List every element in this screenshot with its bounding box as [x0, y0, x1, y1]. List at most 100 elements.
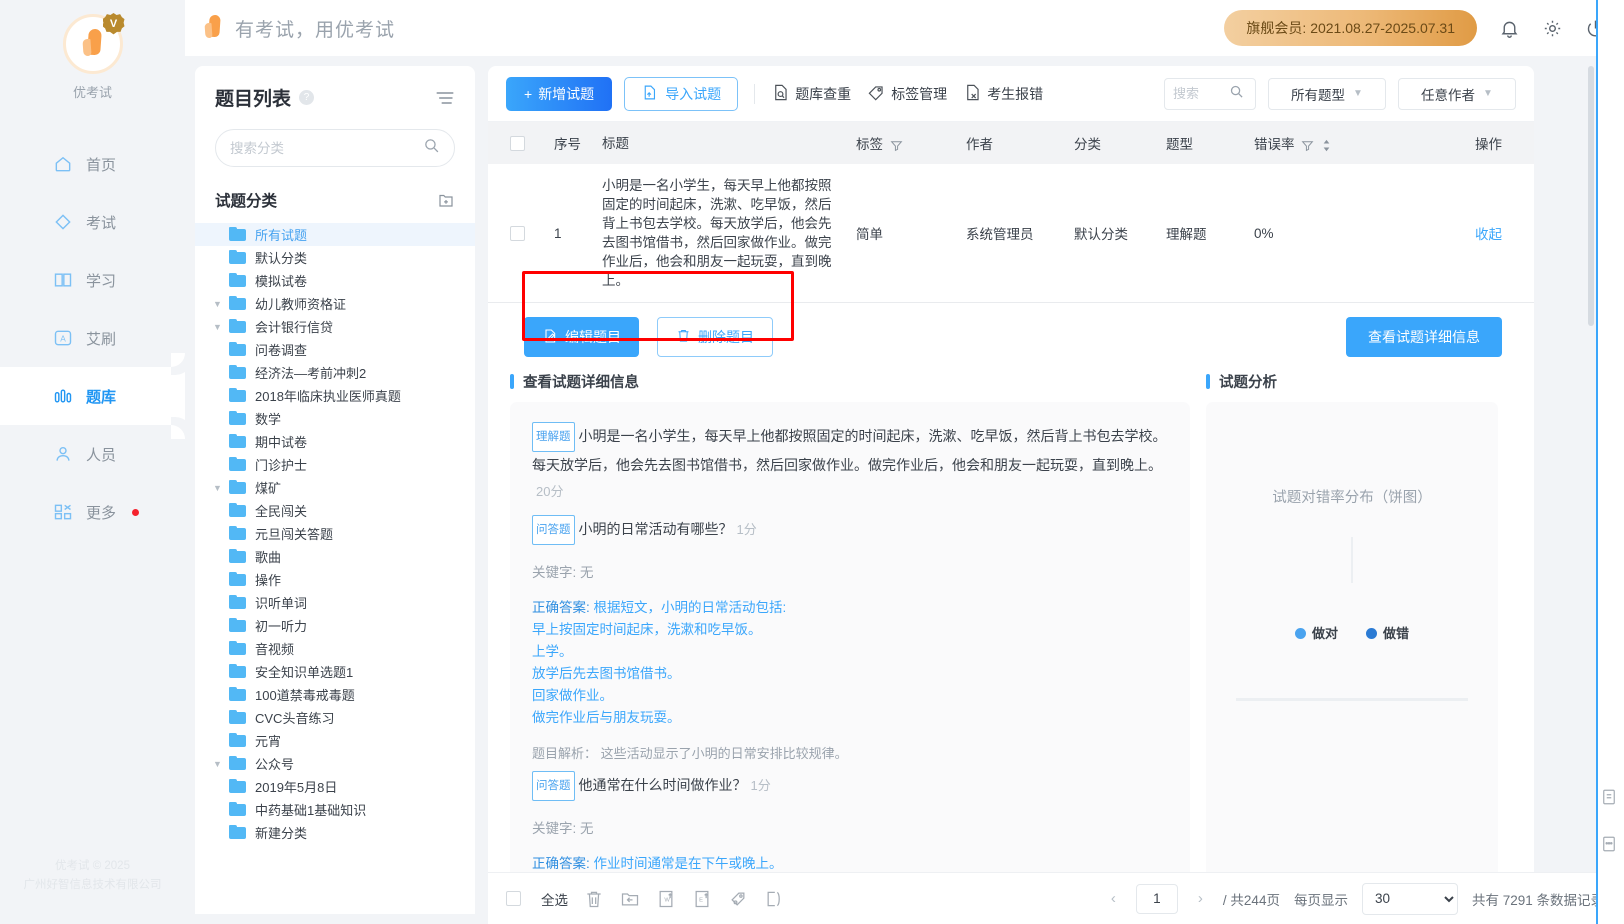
select-all-bottom-checkbox[interactable]	[506, 891, 521, 906]
search-input[interactable]	[1173, 86, 1225, 101]
sidebar-item-people[interactable]: 人员	[0, 425, 185, 483]
tree-item[interactable]: ▼门诊护士	[195, 453, 475, 476]
help-icon[interactable]: ?	[299, 90, 315, 105]
rail-footer: 优考试 © 2025 广州好智信息技术有限公司	[24, 857, 162, 896]
tag-manage-button[interactable]: 标签管理	[867, 83, 947, 105]
sidebar-item-label: 题库	[86, 388, 117, 406]
tree-item[interactable]: ▼所有试题	[195, 223, 475, 246]
chevron-down-icon[interactable]: ▼	[213, 299, 227, 309]
tag-assign-icon[interactable]	[728, 889, 748, 909]
pie-legend: 做对 做错	[1228, 623, 1476, 642]
sidebar-item-home[interactable]: 首页	[0, 135, 185, 193]
doc-search-icon	[771, 83, 790, 105]
tree-item-label: 元宵	[255, 734, 282, 749]
row-checkbox[interactable]	[510, 225, 525, 241]
tree-item[interactable]: ▼模拟试卷	[195, 269, 475, 292]
import-question-button[interactable]: 导入试题	[624, 76, 739, 111]
tree-item[interactable]: ▼ 会计银行信贷	[195, 315, 475, 338]
sort-icon[interactable]	[1321, 139, 1332, 152]
tree-item[interactable]: ▼中药基础1基础知识	[195, 798, 475, 821]
sidebar-item-more[interactable]: 更多	[0, 483, 185, 541]
answer-label: 正确答案:	[532, 600, 590, 615]
question-type-filter[interactable]: 所有题型 ▼	[1268, 77, 1386, 110]
tree-item[interactable]: ▼数学	[195, 407, 475, 430]
select-all-checkbox[interactable]	[510, 135, 525, 151]
vip-membership-badge[interactable]: 旗舰会员: 2021.08.27-2025.07.31	[1224, 10, 1477, 46]
per-page-select[interactable]: 10203050100	[1361, 882, 1458, 915]
tree-item[interactable]: ▼元宵	[195, 729, 475, 752]
sidebar-item-study[interactable]: 学习	[0, 251, 185, 309]
dedupe-button[interactable]: 题库查重	[771, 83, 851, 105]
tree-item[interactable]: ▼ 煤矿	[195, 476, 475, 499]
category-tree[interactable]: ▼所有试题▼默认分类▼模拟试卷▼幼儿教师资格证▼会计银行信贷▼问卷调查▼经济法—…	[195, 223, 475, 863]
filter-icon[interactable]	[890, 139, 903, 152]
tree-item[interactable]: ▼新建分类	[195, 821, 475, 844]
sidebar-item-label: 首页	[86, 156, 117, 174]
prev-page-button[interactable]: ‹	[1105, 890, 1122, 907]
hamburger-icon[interactable]	[435, 90, 455, 106]
move-folder-icon[interactable]	[620, 889, 640, 909]
page-scrollbar[interactable]	[1588, 66, 1594, 326]
sidebar-item-label: 人员	[86, 446, 117, 464]
tree-item[interactable]: ▼2018年临床执业医师真题	[195, 384, 475, 407]
search-category-input[interactable]	[230, 140, 423, 156]
tree-item[interactable]: ▼初一听力	[195, 614, 475, 637]
tree-item[interactable]: ▼元旦闯关答题	[195, 522, 475, 545]
filter-icon[interactable]	[1301, 139, 1314, 152]
gear-icon[interactable]	[1542, 18, 1563, 39]
tree-item[interactable]: ▼2019年5月8日	[195, 775, 475, 798]
tree-item[interactable]: ▼ 公众号	[195, 752, 475, 775]
add-category-button[interactable]	[437, 191, 455, 209]
edit-question-button[interactable]: 编辑题目	[524, 317, 639, 357]
word-export-icon[interactable]: W	[656, 889, 676, 909]
more-panel-icon[interactable]	[1597, 832, 1621, 856]
folder-icon	[229, 779, 246, 793]
folder-icon	[229, 710, 246, 724]
chevron-down-icon[interactable]: ▼	[213, 322, 227, 332]
tree-item[interactable]: ▼期中试卷	[195, 430, 475, 453]
document-panel-icon[interactable]	[1597, 785, 1621, 809]
question-search-box[interactable]	[1164, 77, 1256, 110]
chevron-down-icon[interactable]: ▼	[213, 759, 227, 769]
tree-item[interactable]: ▼全民闯关	[195, 499, 475, 522]
toolbar-filters: 所有题型 ▼ 任意作者 ▼	[1164, 77, 1516, 110]
row-collapse-link[interactable]: 收起	[1364, 223, 1534, 243]
copy-icon[interactable]	[764, 889, 784, 909]
tree-item[interactable]: ▼ 幼儿教师资格证	[195, 292, 475, 315]
author-filter[interactable]: 任意作者 ▼	[1398, 77, 1516, 110]
brand-logo: V	[62, 13, 125, 74]
tree-item-label: 煤矿	[255, 481, 282, 496]
per-page-label: 每页显示	[1293, 892, 1348, 908]
tree-item[interactable]: ▼安全知识单选题1	[195, 660, 475, 683]
tree-item[interactable]: ▼100道禁毒戒毒题	[195, 683, 475, 706]
tree-item[interactable]: ▼问卷调查	[195, 338, 475, 361]
detail-card: 理解题 小明是一名小学生，每天早上他都按照固定的时间起床，洗漱、吃早饭，然后背上书…	[510, 402, 1190, 896]
trash-icon[interactable]	[584, 889, 604, 909]
chevron-down-icon[interactable]: ▼	[213, 483, 227, 493]
folder-icon	[229, 388, 246, 402]
category-search-box[interactable]	[215, 129, 455, 167]
sidebar-item-question-bank[interactable]: 题库	[0, 353, 185, 439]
detail-left-column: 查看试题详细信息 理解题 小明是一名小学生，每天早上他都按照固定的时间起床，洗漱、…	[510, 371, 1190, 896]
table-row-content: 1 小明是一名小学生，每天早上他都按照固定的时间起床，洗漱、吃早饭，然后背上书包…	[488, 164, 1534, 302]
tree-item[interactable]: ▼操作	[195, 568, 475, 591]
view-detail-button[interactable]: 查看试题详细信息	[1346, 317, 1502, 357]
tree-item[interactable]: ▼默认分类	[195, 246, 475, 269]
tree-item[interactable]: ▼音视频	[195, 637, 475, 660]
tree-item[interactable]: ▼CVC头音练习	[195, 706, 475, 729]
excel-export-icon[interactable]: E	[692, 889, 712, 909]
tree-item-label: 歌曲	[255, 550, 282, 565]
folder-icon	[229, 733, 246, 747]
tree-item[interactable]: ▼经济法—考前冲刺2	[195, 361, 475, 384]
tree-item[interactable]: ▼歌曲	[195, 545, 475, 568]
book-icon	[52, 269, 74, 291]
bell-icon[interactable]	[1499, 18, 1520, 39]
tree-item[interactable]: ▼识听单词	[195, 591, 475, 614]
page-number-input[interactable]	[1135, 883, 1178, 914]
sidebar-item-exam[interactable]: 考试	[0, 193, 185, 251]
delete-question-button[interactable]: 删除题目	[657, 317, 773, 357]
add-question-button[interactable]: + 新增试题	[506, 76, 613, 111]
report-error-button[interactable]: 考生报错	[963, 83, 1043, 105]
sidebar-item-aishua[interactable]: A 艾刷	[0, 309, 185, 367]
next-page-button[interactable]: ›	[1192, 890, 1209, 907]
